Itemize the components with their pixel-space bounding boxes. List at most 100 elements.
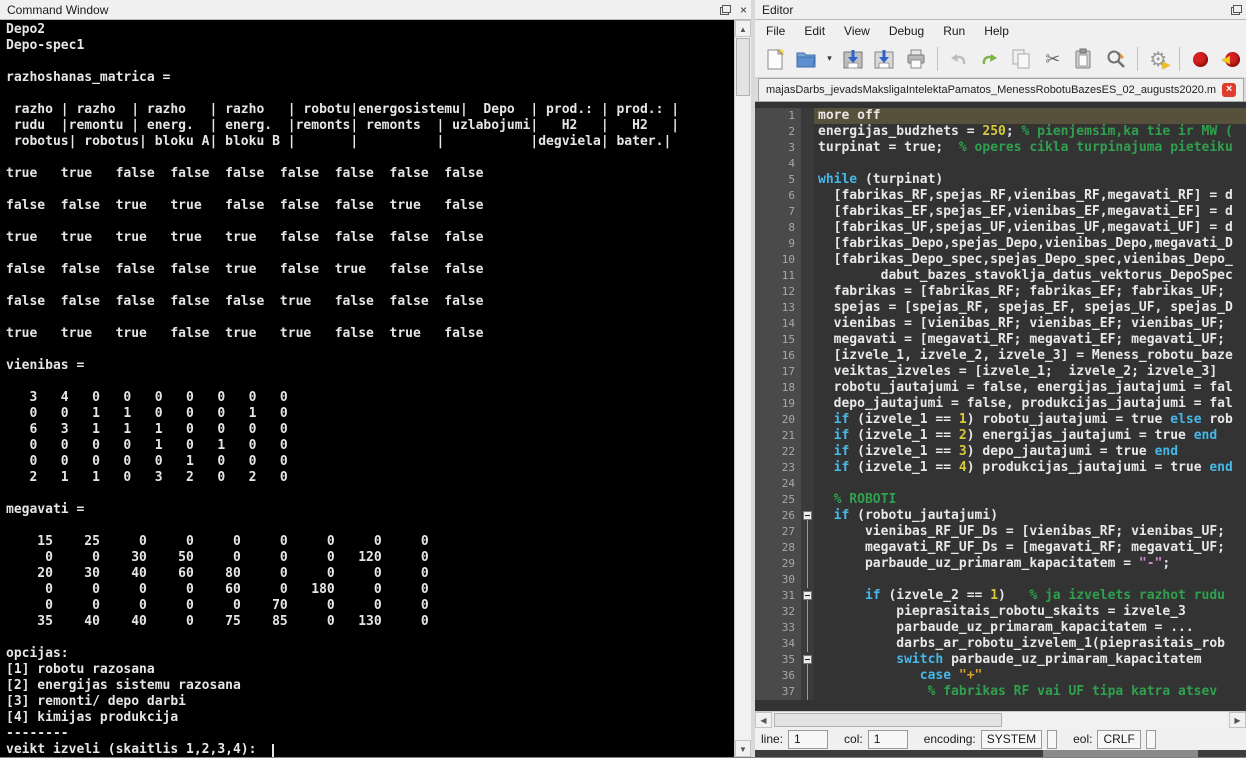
tab-close-icon[interactable]: × xyxy=(1222,83,1236,97)
fold-toggle[interactable] xyxy=(801,508,814,524)
copy-icon[interactable] xyxy=(1008,45,1036,73)
code-token xyxy=(818,652,896,667)
code-line[interactable]: 8 [fabrikas_UF,spejas_UF,vienibas_UF,meg… xyxy=(755,220,1246,236)
open-dropdown-icon[interactable]: ▾ xyxy=(824,45,835,73)
code-line[interactable]: 22 if (izvele_1 == 3) depo_jautajumi = t… xyxy=(755,444,1246,460)
code-line[interactable]: 29 parbaude_uz_primaram_kapacitatem = "-… xyxy=(755,556,1246,572)
code-line[interactable]: 32 pieprasitais_robotu_skaits = izvele_3 xyxy=(755,604,1246,620)
code-line[interactable]: 2energijas_budzhets = 250; % pienjemsim,… xyxy=(755,124,1246,140)
code-editor[interactable]: 1more off2energijas_budzhets = 250; % pi… xyxy=(755,102,1246,711)
cmd-input-line[interactable]: veikt izveli (skaitlis 1,2,3,4): xyxy=(6,742,734,757)
print-icon[interactable] xyxy=(902,45,930,73)
code-line[interactable]: 19 depo_jautajumi = false, produkcijas_j… xyxy=(755,396,1246,412)
code-text xyxy=(814,572,1246,588)
menu-file[interactable]: File xyxy=(766,24,785,38)
fold-toggle[interactable] xyxy=(801,652,814,668)
code-line[interactable]: 4 xyxy=(755,156,1246,172)
paste-icon[interactable] xyxy=(1071,45,1099,73)
new-script-icon[interactable] xyxy=(761,45,789,73)
code-token: ) energijas_jautajumi = true xyxy=(967,428,1194,443)
undock-icon[interactable] xyxy=(720,5,731,15)
code-line[interactable]: 12 fabrikas = [fabrikas_RF; fabrikas_EF;… xyxy=(755,284,1246,300)
line-number: 34 xyxy=(755,636,801,652)
fold-column xyxy=(801,604,814,620)
scroll-up-icon[interactable]: ▲ xyxy=(735,20,751,37)
code-line[interactable]: 17 veiktas_izveles = [izvele_1; izvele_2… xyxy=(755,364,1246,380)
code-token: megavati = [megavati_RF; megavati_EF; me… xyxy=(818,332,1225,347)
scrollbar-thumb[interactable] xyxy=(774,713,1002,727)
cut-icon[interactable]: ✂ xyxy=(1039,45,1067,73)
code-line[interactable]: 30 xyxy=(755,572,1246,588)
code-line[interactable]: 36 case "+" xyxy=(755,668,1246,684)
code-line[interactable]: 3turpinat = true; % operes cikla turpina… xyxy=(755,140,1246,156)
code-token: ) xyxy=(998,588,1029,603)
code-token: [fabrikas_RF,spejas_RF,vienibas_RF,megav… xyxy=(818,188,1233,203)
scroll-right-icon[interactable]: ▶ xyxy=(1229,712,1246,728)
code-line[interactable]: 15 megavati = [megavati_RF; megavati_EF;… xyxy=(755,332,1246,348)
toolbar-separator xyxy=(937,47,938,71)
code-line[interactable]: 27 vienibas_RF_UF_Ds = [vienibas_RF; vie… xyxy=(755,524,1246,540)
code-line[interactable]: 35 switch parbaude_uz_primaram_kapacitat… xyxy=(755,652,1246,668)
code-line[interactable]: 20 if (izvele_1 == 1) robotu_jautajumi =… xyxy=(755,412,1246,428)
command-window-scrollbar[interactable]: ▲ ▼ xyxy=(734,20,751,757)
collapse-icon[interactable] xyxy=(803,655,812,664)
fold-toggle[interactable] xyxy=(801,588,814,604)
scroll-down-icon[interactable]: ▼ xyxy=(735,740,751,757)
menu-edit[interactable]: Edit xyxy=(804,24,825,38)
code-line[interactable]: 37 % fabrikas RF vai UF tipa katra atsev xyxy=(755,684,1246,700)
code-line[interactable]: 25 % ROBOTI xyxy=(755,492,1246,508)
menu-run[interactable]: Run xyxy=(943,24,965,38)
code-token: [fabrikas_Depo_spec,spejas_Depo_spec,vie… xyxy=(818,252,1233,267)
code-line[interactable]: 18 robotu_jautajumi = false, energijas_j… xyxy=(755,380,1246,396)
save-file-icon[interactable] xyxy=(839,45,867,73)
close-icon[interactable]: × xyxy=(740,4,747,16)
editor-tab[interactable]: majasDarbs_jevadsMaksligaIntelektaPamato… xyxy=(758,78,1244,101)
code-line[interactable]: 7 [fabrikas_EF,spejas_EF,vienibas_EF,meg… xyxy=(755,204,1246,220)
cmd-line: 20 30 40 60 80 0 0 0 0 xyxy=(6,566,734,582)
code-line[interactable]: 9 [fabrikas_Depo,spejas_Depo,vienibas_De… xyxy=(755,236,1246,252)
open-file-icon[interactable] xyxy=(793,45,821,73)
menu-help[interactable]: Help xyxy=(984,24,1009,38)
previous-breakpoint-icon[interactable]: ◀ xyxy=(1218,45,1246,73)
command-window-titlebar: Command Window × xyxy=(0,0,751,20)
toggle-breakpoint-icon[interactable] xyxy=(1187,45,1215,73)
code-line[interactable]: 23 if (izvele_1 == 4) produkcijas_jautaj… xyxy=(755,460,1246,476)
window-resize-handle[interactable] xyxy=(1043,750,1198,757)
code-line[interactable]: 13 spejas = [spejas_RF, spejas_EF, speja… xyxy=(755,300,1246,316)
code-line[interactable]: 11 dabut_bazes_stavoklja_datus_vektorus_… xyxy=(755,268,1246,284)
code-line[interactable]: 16 [izvele_1, izvele_2, izvele_3] = Mene… xyxy=(755,348,1246,364)
editor-horizontal-scrollbar[interactable]: ◀ ▶ xyxy=(755,711,1246,728)
menu-debug[interactable]: Debug xyxy=(889,24,924,38)
code-line[interactable]: 24 xyxy=(755,476,1246,492)
code-line[interactable]: 34 darbs_ar_robotu_izvelem_1(pieprasitai… xyxy=(755,636,1246,652)
find-and-replace-icon[interactable] xyxy=(1102,45,1130,73)
run-file-icon[interactable]: ⚙▶ xyxy=(1145,45,1173,73)
collapse-icon[interactable] xyxy=(803,591,812,600)
code-line[interactable]: 28 megavati_RF_UF_Ds = [megavati_RF; meg… xyxy=(755,540,1246,556)
code-line[interactable]: 6 [fabrikas_RF,spejas_RF,vienibas_RF,meg… xyxy=(755,188,1246,204)
code-line[interactable]: 14 vienibas = [vienibas_RF; vienibas_EF;… xyxy=(755,316,1246,332)
undock-icon[interactable] xyxy=(1231,5,1242,15)
menu-view[interactable]: View xyxy=(844,24,870,38)
scroll-left-icon[interactable]: ◀ xyxy=(755,712,772,728)
code-line[interactable]: 5while (turpinat) xyxy=(755,172,1246,188)
code-line[interactable]: 33 parbaude_uz_primaram_kapacitatem = ..… xyxy=(755,620,1246,636)
code-text: while (turpinat) xyxy=(814,172,1246,188)
save-file-as-icon[interactable] xyxy=(871,45,899,73)
code-line[interactable]: 1more off xyxy=(755,108,1246,124)
code-line[interactable]: 26 if (robotu_jautajumi) xyxy=(755,508,1246,524)
code-line[interactable]: 31 if (izvele_2 == 1) % ja izvelets razh… xyxy=(755,588,1246,604)
undo-icon[interactable] xyxy=(945,45,973,73)
redo-icon[interactable] xyxy=(976,45,1004,73)
code-token xyxy=(818,492,834,507)
code-line[interactable]: 21 if (izvele_1 == 2) energijas_jautajum… xyxy=(755,428,1246,444)
command-window-output[interactable]: Depo2Depo-spec1 razhoshanas_matrica = ra… xyxy=(0,20,734,757)
collapse-icon[interactable] xyxy=(803,511,812,520)
scrollbar-thumb[interactable] xyxy=(736,38,750,96)
code-token: [izvele_1, izvele_2, izvele_3] = Meness_… xyxy=(818,348,1233,363)
code-token: parbaude_uz_primaram_kapacitatem = ... xyxy=(818,620,1194,635)
line-number: 28 xyxy=(755,540,801,556)
editor-menubar: File Edit View Debug Run Help xyxy=(755,20,1246,41)
code-line[interactable]: 10 [fabrikas_Depo_spec,spejas_Depo_spec,… xyxy=(755,252,1246,268)
code-token: rob xyxy=(1202,412,1233,427)
